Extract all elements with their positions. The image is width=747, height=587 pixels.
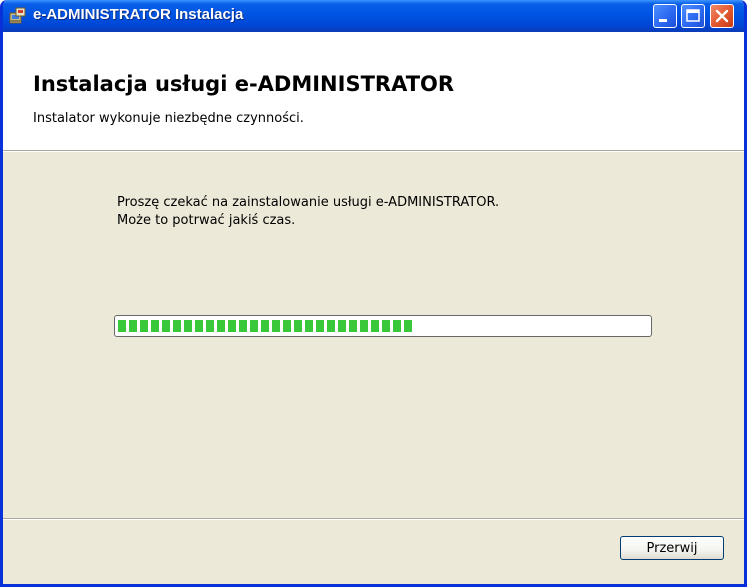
maximize-button[interactable]	[681, 4, 705, 28]
close-button[interactable]	[710, 4, 734, 28]
progress-segment	[371, 320, 379, 332]
page-subtitle: Instalator wykonuje niezbędne czynności.	[33, 111, 304, 126]
progress-segment	[272, 320, 280, 332]
progress-segment	[184, 320, 192, 332]
progress-segment	[140, 320, 148, 332]
progress-segment	[173, 320, 181, 332]
progress-segment	[294, 320, 302, 332]
window-title: e-ADMINISTRATOR Instalacja	[33, 6, 244, 23]
progress-segment	[404, 320, 412, 332]
progress-segment	[206, 320, 214, 332]
progress-segment	[250, 320, 258, 332]
progress-segment	[151, 320, 159, 332]
progress-segment	[316, 320, 324, 332]
installer-icon	[9, 7, 27, 25]
progress-segment	[261, 320, 269, 332]
progress-segment	[360, 320, 368, 332]
duration-message: Może to potrwać jakiś czas.	[117, 213, 296, 228]
progress-segment	[129, 320, 137, 332]
progress-fill	[118, 320, 412, 332]
progress-segment	[239, 320, 247, 332]
progress-segment	[118, 320, 126, 332]
progress-segment	[228, 320, 236, 332]
progress-bar	[114, 315, 652, 337]
progress-segment	[393, 320, 401, 332]
progress-segment	[382, 320, 390, 332]
footer-divider	[3, 518, 744, 520]
page-title: Instalacja usługi e-ADMINISTRATOR	[33, 72, 455, 96]
title-bar[interactable]: e-ADMINISTRATOR Instalacja	[3, 0, 744, 32]
progress-segment	[162, 320, 170, 332]
installer-window: e-ADMINISTRATOR Instalacja Instalacja us…	[0, 0, 747, 587]
cancel-button[interactable]: Przerwij	[620, 536, 724, 560]
header-divider	[3, 150, 744, 152]
progress-segment	[349, 320, 357, 332]
progress-segment	[195, 320, 203, 332]
progress-segment	[305, 320, 313, 332]
progress-segment	[217, 320, 225, 332]
progress-segment	[327, 320, 335, 332]
wait-message: Proszę czekać na zainstalowanie usługi e…	[117, 195, 500, 210]
minimize-button[interactable]	[653, 4, 677, 28]
progress-segment	[283, 320, 291, 332]
progress-segment	[338, 320, 346, 332]
header-panel: Instalacja usługi e-ADMINISTRATOR Instal…	[3, 32, 744, 150]
